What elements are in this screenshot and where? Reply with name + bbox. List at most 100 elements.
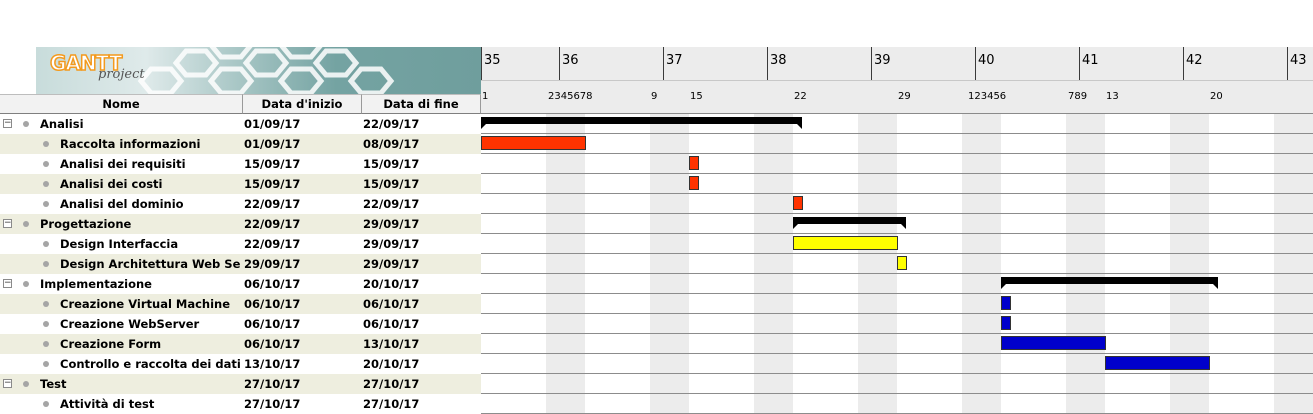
task-group-row[interactable]: − Progettazione 22/09/17 29/09/17 <box>0 214 481 234</box>
task-bar[interactable] <box>1001 336 1106 350</box>
task-start-date: 01/09/17 <box>244 117 301 131</box>
task-name: Controllo e raccolta dei dati <box>60 357 241 371</box>
row-divider <box>481 233 1313 234</box>
task-start-date: 22/09/17 <box>244 197 301 211</box>
task-row[interactable]: Creazione Virtual Machine 06/10/17 06/10/1… <box>0 294 481 314</box>
task-row[interactable]: Creazione WebServer 06/10/17 06/10/17 <box>0 314 481 334</box>
task-end-date: 06/10/17 <box>363 317 420 331</box>
task-start-date: 27/10/17 <box>244 397 301 411</box>
week-label: 35 <box>484 53 501 68</box>
column-header-name[interactable]: Nome <box>0 94 243 114</box>
task-start-date: 13/10/17 <box>244 357 301 371</box>
task-bullet-icon <box>23 381 29 387</box>
task-row[interactable]: Creazione Form 06/10/17 13/10/17 <box>0 334 481 354</box>
week-tick <box>871 47 872 80</box>
day-label: 13 <box>1106 91 1119 102</box>
task-start-date: 27/10/17 <box>244 377 301 391</box>
task-bar[interactable] <box>897 256 907 270</box>
collapse-toggle-icon[interactable]: − <box>3 119 12 128</box>
day-label: 1 <box>482 91 489 102</box>
task-group-row[interactable]: − Test 27/10/17 27/10/17 <box>0 374 481 394</box>
task-start-date: 06/10/17 <box>244 337 301 351</box>
task-start-date: 22/09/17 <box>244 237 301 251</box>
task-end-date: 22/09/17 <box>363 117 420 131</box>
task-name: Analisi <box>40 117 84 131</box>
logo-subtext: project <box>98 67 145 82</box>
row-divider <box>481 173 1313 174</box>
day-label: 29 <box>898 91 911 102</box>
row-divider <box>481 133 1313 134</box>
task-end-date: 20/10/17 <box>363 277 420 291</box>
week-label: 37 <box>666 53 683 68</box>
row-divider <box>481 353 1313 354</box>
task-bar[interactable] <box>1105 356 1210 370</box>
task-bullet-icon <box>43 321 49 327</box>
week-tick <box>767 47 768 80</box>
task-name: Creazione WebServer <box>60 317 200 331</box>
task-bar[interactable] <box>1001 316 1011 330</box>
task-bullet-icon <box>43 181 49 187</box>
task-name: Design Architettura Web Server <box>60 257 241 271</box>
collapse-toggle-icon[interactable]: − <box>3 279 12 288</box>
task-bullet-icon <box>43 341 49 347</box>
task-bar[interactable] <box>1001 296 1011 310</box>
task-name: Progettazione <box>40 217 132 231</box>
task-start-date: 15/09/17 <box>244 157 301 171</box>
row-divider <box>481 213 1313 214</box>
task-group-row[interactable]: − Analisi 01/09/17 22/09/17 <box>0 114 481 134</box>
week-tick <box>1183 47 1184 80</box>
day-label: 123456 <box>968 91 1007 102</box>
task-name: Design Interfaccia <box>60 237 179 251</box>
summary-bar[interactable] <box>793 217 906 229</box>
week-tick <box>559 47 560 80</box>
task-group-row[interactable]: − Implementazione 06/10/17 20/10/17 <box>0 274 481 294</box>
summary-bar[interactable] <box>1001 277 1218 289</box>
column-header-start-date[interactable]: Data d'inizio <box>243 94 362 114</box>
task-end-date: 15/09/17 <box>363 157 420 171</box>
week-label: 40 <box>978 53 995 68</box>
task-row[interactable]: Raccolta informazioni 01/09/17 08/09/17 <box>0 134 481 154</box>
task-row[interactable]: Design Interfaccia 22/09/17 29/09/17 <box>0 234 481 254</box>
row-divider <box>481 273 1313 274</box>
task-end-date: 20/10/17 <box>363 357 420 371</box>
task-name: Creazione Virtual Machine <box>60 297 231 311</box>
task-bar[interactable] <box>689 156 699 170</box>
task-bar[interactable] <box>793 236 898 250</box>
week-tick <box>1287 47 1288 80</box>
task-row[interactable]: Design Architettura Web Server29/09/1729… <box>0 254 481 274</box>
task-bullet-icon <box>23 121 29 127</box>
day-label: 2345678 <box>548 91 593 102</box>
week-label: 42 <box>1186 53 1203 68</box>
summary-bar[interactable] <box>481 117 802 129</box>
task-row[interactable]: Controllo e raccolta dei dati 13/10/17 20/… <box>0 354 481 374</box>
task-bullet-icon <box>23 221 29 227</box>
task-start-date: 22/09/17 <box>244 217 301 231</box>
task-name: Attività di test <box>60 397 155 411</box>
task-name: Implementazione <box>40 277 152 291</box>
task-row[interactable]: Analisi dei requisiti 15/09/17 15/09/17 <box>0 154 481 174</box>
task-bar[interactable] <box>689 176 699 190</box>
task-end-date: 27/10/17 <box>363 397 420 411</box>
weekend-column <box>546 114 585 414</box>
row-divider <box>481 333 1313 334</box>
task-bullet-icon <box>43 141 49 147</box>
task-row[interactable]: Attività di test 27/10/17 27/10/17 <box>0 394 481 414</box>
task-bar[interactable] <box>793 196 803 210</box>
day-label: 15 <box>690 91 703 102</box>
day-label: 9 <box>651 91 658 102</box>
task-name: Raccolta informazioni <box>60 137 201 151</box>
collapse-toggle-icon[interactable]: − <box>3 379 12 388</box>
task-end-date: 29/09/17 <box>363 237 420 251</box>
task-row[interactable]: Analisi del dominio 22/09/17 22/09/17 <box>0 194 481 214</box>
weekend-column <box>754 114 793 414</box>
column-header-end-date[interactable]: Data di fine <box>362 94 481 114</box>
weekend-column <box>962 114 1001 414</box>
task-bar[interactable] <box>481 136 586 150</box>
collapse-toggle-icon[interactable]: − <box>3 219 12 228</box>
gantt-chart[interactable]: 35 36 37 38 39 40 41 42 43 1 2345678 9 15 22 29 123456 7… <box>481 47 1313 414</box>
task-bullet-icon <box>43 201 49 207</box>
task-row[interactable]: Analisi dei costi 15/09/17 15/09/17 <box>0 174 481 194</box>
task-end-date: 15/09/17 <box>363 177 420 191</box>
task-bullet-icon <box>43 361 49 367</box>
day-label: 789 <box>1068 91 1088 102</box>
